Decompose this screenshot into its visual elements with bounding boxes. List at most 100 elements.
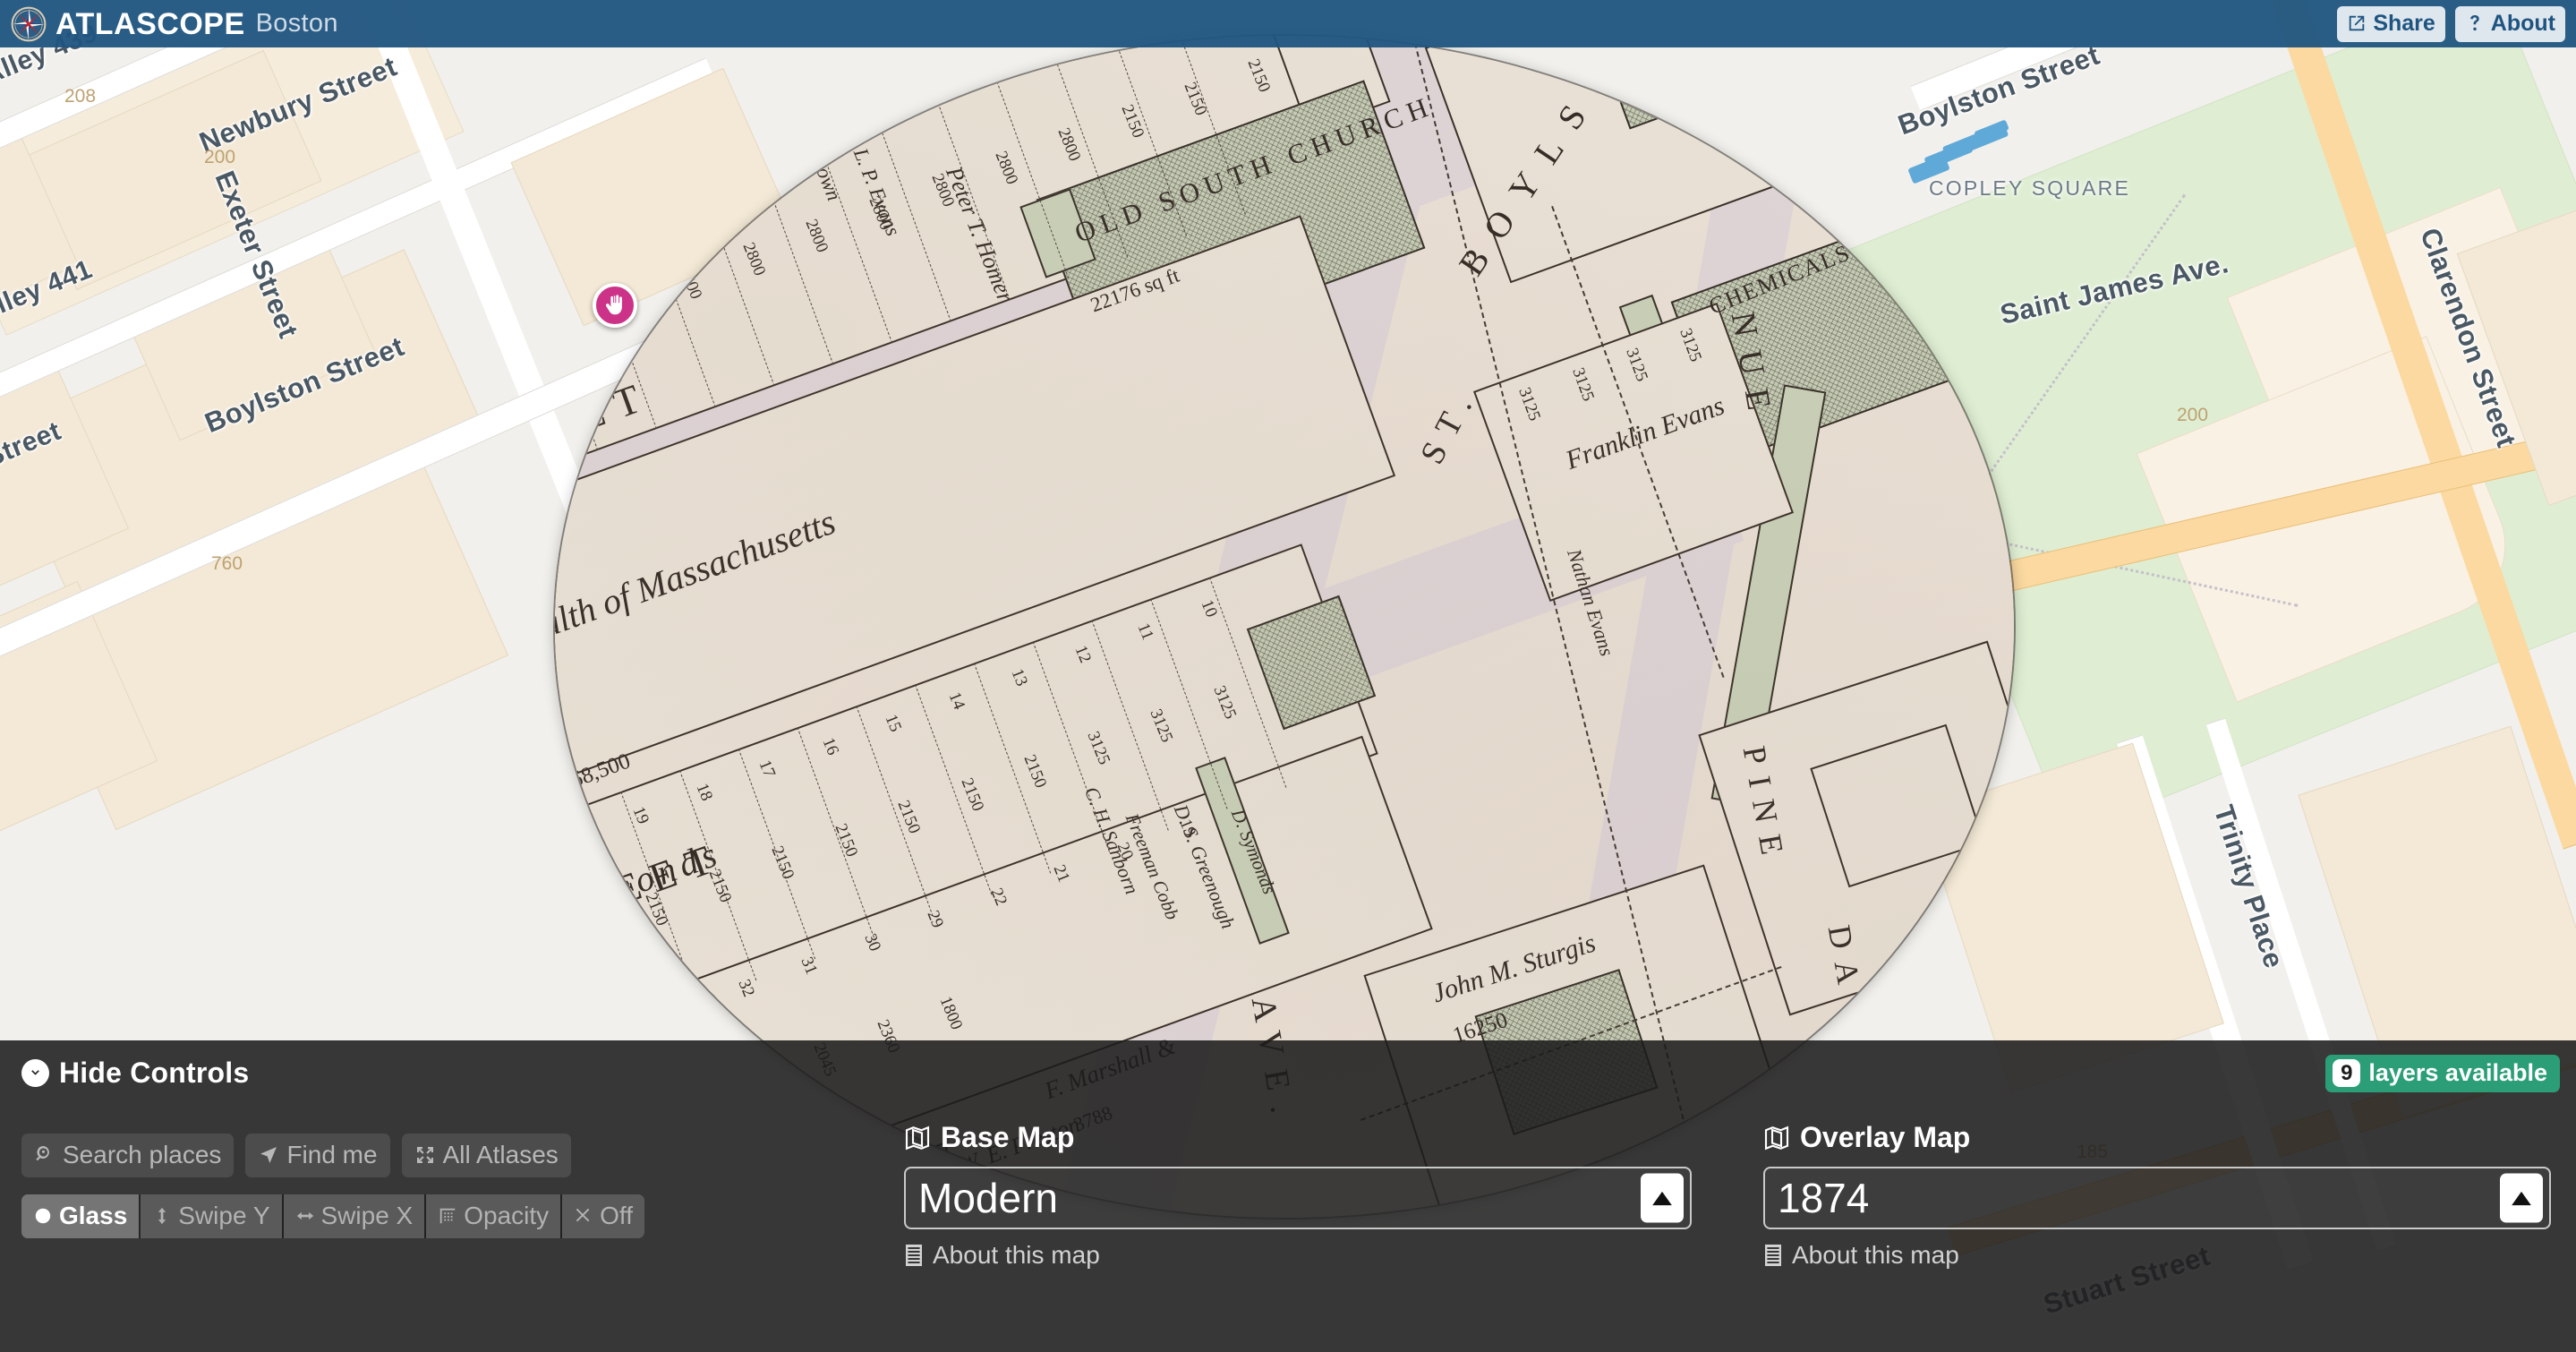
mode-swipe-x-button[interactable]: Swipe X — [283, 1194, 427, 1238]
historic-lot-number: 19 — [1175, 817, 1200, 840]
historic-lot-value: 2150 — [1180, 79, 1211, 118]
overlay-map-title: Overlay Map — [1800, 1121, 1971, 1153]
share-button[interactable]: Share — [2337, 5, 2445, 42]
app-title: ATLASCOPE — [55, 6, 245, 41]
historic-lot-number: 11 — [978, 62, 1002, 85]
app-city: Boston — [255, 9, 338, 38]
historic-lot-value: 2800 — [991, 148, 1021, 187]
base-map-selector: Base Map Modern About this map — [904, 1121, 1692, 1271]
mode-opacity-label: Opacity — [464, 1202, 550, 1229]
historic-lot-number: 20 — [1113, 839, 1137, 863]
historic-lot-value: 2150 — [831, 820, 861, 860]
hide-controls-label: Hide Controls — [59, 1057, 250, 1089]
overlay-map-value: 1874 — [1778, 1175, 1870, 1221]
overlay-map-dropdown[interactable]: 1874 — [1763, 1167, 2551, 1229]
layers-available-label: layers available — [2368, 1059, 2547, 1086]
historic-lot-number: 11 — [1133, 620, 1157, 643]
compass-rose-icon[interactable] — [11, 6, 47, 42]
historic-lot-value: 2800 — [675, 262, 706, 302]
mode-opacity-button[interactable]: Opacity — [426, 1194, 563, 1238]
mode-off-label: Off — [600, 1202, 633, 1229]
historic-lot-value: 2150 — [1019, 752, 1051, 792]
historic-lot-number: 13 — [852, 107, 876, 132]
historic-lot-number: 12 — [915, 85, 940, 108]
layers-count: 9 — [2333, 1059, 2361, 1087]
all-atlases-button[interactable]: All Atlases — [401, 1134, 571, 1177]
historic-lot-value: 2800 — [555, 308, 580, 347]
chevron-down-icon — [21, 1059, 49, 1087]
base-map-dropdown[interactable]: Modern — [904, 1167, 1692, 1229]
historic-lot-number: 21 — [1049, 862, 1074, 886]
share-label: Share — [2373, 10, 2435, 36]
historic-lot-number: 15 — [881, 712, 906, 735]
address-number: 200 — [2177, 405, 2209, 425]
overlay-map-dropdown-arrow[interactable] — [2500, 1173, 2543, 1223]
about-label: About — [2490, 10, 2555, 36]
arrows-horizontal-icon — [296, 1211, 313, 1220]
controls-panel: Hide Controls 9 layers available Search … — [0, 1040, 2576, 1352]
map-icon — [1764, 1125, 1789, 1150]
historic-lot-value: 2150 — [578, 912, 609, 952]
overlay-map-about-link[interactable]: About this map — [1763, 1241, 1959, 1270]
base-map-value: Modern — [918, 1175, 1058, 1221]
historic-lot-value: 3125 — [1083, 729, 1113, 768]
historic-lot-number: 19 — [628, 803, 653, 827]
tool-buttons: Search places Find me All Atlases — [21, 1134, 571, 1177]
overlay-map-selector: Overlay Map 1874 About this map — [1763, 1121, 2551, 1271]
historic-lot-value: 2150 — [767, 843, 798, 883]
historic-lot-value: 2150 — [704, 867, 735, 906]
historic-lot-value: 1800 — [935, 994, 967, 1033]
mode-swipe-y-button[interactable]: Swipe Y — [141, 1194, 284, 1238]
close-x-icon — [576, 1208, 590, 1222]
historic-lot-number: 17 — [600, 200, 624, 223]
historic-lot-value: 2800 — [1053, 125, 1085, 165]
search-places-button[interactable]: Search places — [21, 1134, 235, 1177]
document-list-icon — [906, 1245, 922, 1266]
mode-off-button[interactable]: Off — [562, 1194, 644, 1238]
historic-lot-value: 2150 — [641, 889, 672, 928]
mode-glass-button[interactable]: Glass — [21, 1194, 141, 1238]
historic-lot-number: 31 — [797, 954, 822, 978]
historic-lot-value: 2150 — [1117, 102, 1147, 141]
overlay-map-about-label: About this map — [1792, 1241, 1959, 1269]
historic-lot-number: 32 — [734, 977, 758, 1000]
search-pin-icon — [36, 1146, 49, 1161]
share-icon — [2350, 15, 2365, 31]
historic-lot-value: 2800 — [865, 193, 895, 233]
historic-lot-number: 15 — [726, 154, 750, 177]
circle-icon — [35, 1208, 51, 1224]
historic-lot-value: 2150 — [1243, 56, 1274, 96]
overlay-map-title-row: Overlay Map — [1763, 1121, 2551, 1154]
opacity-icon — [439, 1208, 456, 1224]
map-icon — [905, 1125, 930, 1150]
mode-swipe-y-label: Swipe Y — [178, 1202, 270, 1229]
historic-lot-value: 3125 — [1622, 346, 1651, 384]
layers-available-badge[interactable]: 9 layers available — [2325, 1055, 2560, 1092]
historic-lot-number: 29 — [923, 908, 948, 931]
address-number: 200 — [204, 147, 236, 167]
glass-lens-drag-handle[interactable] — [593, 283, 637, 328]
overlay-mode-segmented-control: Glass Swipe Y Swipe X Opacity Off — [21, 1194, 644, 1238]
historic-lot-value: 3125 — [1514, 385, 1544, 424]
historic-lot-number: 22 — [986, 885, 1011, 909]
historic-lot-value: 2150 — [957, 774, 987, 814]
historic-lot-value: 2800 — [927, 171, 959, 210]
historic-lot-number: 20 — [566, 826, 590, 850]
historic-lot-value: 3125 — [1568, 365, 1598, 404]
find-me-button[interactable]: Find me — [245, 1134, 390, 1177]
base-map-title-row: Base Map — [904, 1121, 1692, 1154]
hand-drag-icon — [605, 295, 622, 315]
locate-arrow-icon — [260, 1147, 277, 1163]
base-map-dropdown-arrow[interactable] — [1641, 1173, 1684, 1223]
base-map-about-link[interactable]: About this map — [904, 1241, 1100, 1270]
mode-swipe-x-label: Swipe X — [320, 1202, 414, 1229]
historic-lot-number: 14 — [944, 689, 968, 713]
mode-glass-label: Glass — [59, 1202, 128, 1229]
historic-lot-number: 14 — [789, 131, 814, 154]
address-number: 760 — [211, 553, 243, 574]
historic-lot-number: 13 — [1007, 666, 1032, 689]
hide-controls-toggle[interactable]: Hide Controls — [21, 1057, 249, 1090]
about-button[interactable]: About — [2454, 5, 2565, 42]
historic-lot-value: 3125 — [1676, 326, 1705, 364]
historic-lot-number: 12 — [1070, 643, 1095, 666]
